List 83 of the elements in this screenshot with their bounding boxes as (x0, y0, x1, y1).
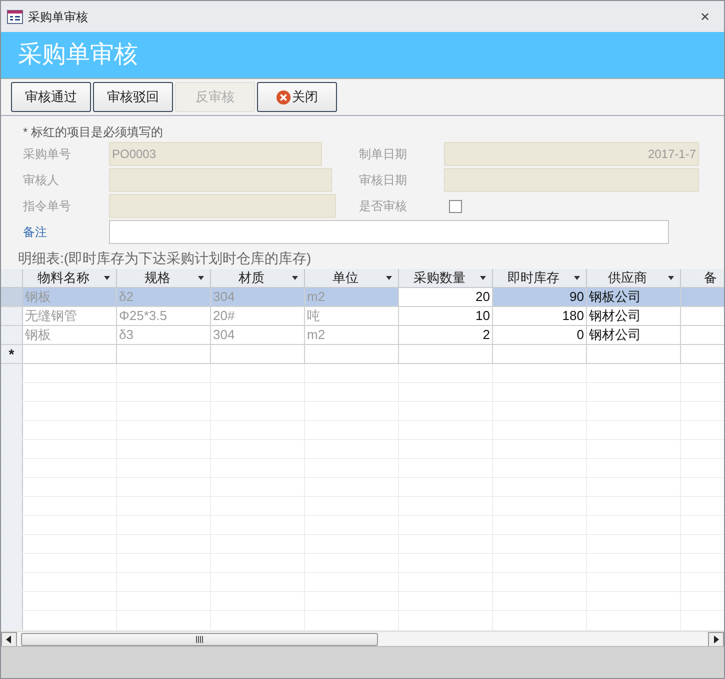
dropdown-caret-icon[interactable] (574, 276, 580, 280)
field-label: 备注 (23, 224, 48, 241)
table-cell: 钢板 (23, 288, 117, 306)
table-cell: 0 (493, 326, 587, 344)
table-cell: 2 (399, 326, 493, 344)
row-selector[interactable] (1, 592, 23, 610)
column-header[interactable]: 即时库存 (493, 269, 587, 287)
column-header[interactable]: 物料名称 (23, 269, 117, 287)
grip-icon (196, 636, 204, 642)
table-cell: 90 (493, 288, 587, 306)
table-cell: m2 (305, 326, 399, 344)
new-row-marker: * (8, 344, 14, 364)
table-cell: 304 (211, 288, 305, 306)
row-selector[interactable] (1, 402, 23, 420)
row-selector[interactable]: * (1, 345, 23, 363)
row-selector[interactable] (1, 364, 23, 382)
row-selector[interactable] (1, 421, 23, 439)
detail-caption: 明细表:(即时库存为下达采购计划时仓库的库存) (17, 249, 312, 268)
table-cell: 钢材公司 (587, 326, 681, 344)
window-title: 采购单审核 (28, 8, 88, 26)
column-header[interactable]: 备 (681, 269, 724, 287)
horizontal-scrollbar[interactable] (1, 631, 724, 646)
close-button[interactable]: ✕ (696, 8, 714, 26)
row-selector[interactable] (1, 478, 23, 496)
row-selector[interactable] (1, 440, 23, 458)
row-selector[interactable] (1, 535, 23, 553)
field-label: 采购单号 (23, 146, 72, 163)
toolbar-button[interactable]: 审核驳回 (93, 82, 173, 112)
table-cell: Φ25*3.5 (117, 307, 211, 325)
column-header[interactable]: 材质 (211, 269, 305, 287)
dropdown-caret-icon[interactable] (104, 276, 110, 280)
table-cell: 10 (399, 307, 493, 325)
input-field[interactable] (109, 168, 332, 192)
table-cell: δ2 (117, 288, 211, 306)
table-cell: 180 (493, 307, 587, 325)
row-selector[interactable] (1, 459, 23, 477)
column-header[interactable]: 单位 (305, 269, 399, 287)
scrollbar-thumb[interactable] (21, 632, 378, 646)
table-cell: 钢板 (23, 326, 117, 344)
table-cell: 无缝钢管 (23, 307, 117, 325)
form-icon (7, 10, 23, 24)
table-row[interactable]: 钢板 δ3 304 m2 2 0 钢材公司 (1, 326, 724, 345)
row-selector[interactable] (1, 573, 23, 591)
table-row[interactable]: 钢板 δ2 304 m2 20 90 钢板公司 (1, 288, 724, 307)
required-note: * 标红的项目是必须填写的 (23, 124, 164, 141)
dropdown-caret-icon[interactable] (386, 276, 392, 280)
field-label: 指令单号 (23, 198, 72, 215)
table-row[interactable]: 无缝钢管 Φ25*3.5 20# 吨 10 180 钢材公司 (1, 307, 724, 326)
field-label: 制单日期 (359, 146, 408, 163)
scroll-left-icon[interactable] (1, 632, 17, 646)
row-selector[interactable] (1, 307, 23, 325)
table-cell: 吨 (305, 307, 399, 325)
table-cell: 20 (399, 288, 493, 306)
field-label: 审核日期 (359, 172, 408, 189)
field-label: 审核人 (23, 172, 60, 189)
input-field[interactable] (109, 194, 336, 218)
toolbar-button[interactable]: 关闭 (257, 82, 337, 112)
close-icon (276, 90, 291, 104)
row-selector[interactable] (1, 497, 23, 515)
toolbar-button[interactable]: 审核通过 (11, 82, 91, 112)
dropdown-caret-icon[interactable] (292, 276, 298, 280)
row-selector[interactable] (1, 288, 23, 306)
dropdown-caret-icon[interactable] (480, 276, 486, 280)
table-cell: δ3 (117, 326, 211, 344)
table-cell: 钢材公司 (587, 307, 681, 325)
column-header[interactable]: 供应商 (587, 269, 681, 287)
column-header[interactable]: 采购数量 (399, 269, 493, 287)
column-header[interactable]: 规格 (117, 269, 211, 287)
table-cell: 304 (211, 326, 305, 344)
row-selector[interactable] (1, 516, 23, 534)
scroll-right-icon[interactable] (708, 632, 724, 646)
dropdown-caret-icon[interactable] (668, 276, 674, 280)
table-cell: 钢板公司 (587, 288, 681, 306)
row-selector[interactable] (1, 326, 23, 344)
input-field[interactable] (109, 220, 669, 244)
field-label: 是否审核 (359, 198, 408, 215)
row-selector[interactable] (1, 554, 23, 572)
table-cell: 20# (211, 307, 305, 325)
row-selector[interactable] (1, 383, 23, 401)
form-header-title: 采购单审核 (18, 40, 138, 70)
dropdown-caret-icon[interactable] (198, 276, 204, 280)
checkbox[interactable] (449, 200, 462, 212)
input-field[interactable] (444, 168, 699, 192)
